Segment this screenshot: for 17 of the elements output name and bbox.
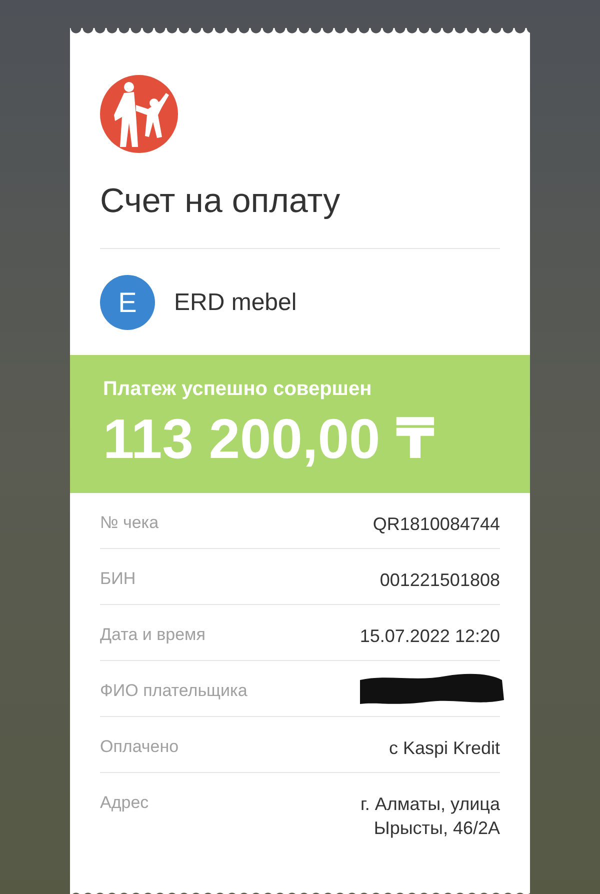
detail-label: ФИО плательщика (100, 680, 248, 702)
detail-value: г. Алматы, улица Ырысты, 46/2А (359, 793, 500, 840)
detail-label: Дата и время (100, 624, 206, 646)
invoice-title: Счет на оплату (100, 181, 342, 221)
merchant-name: ERD mebel (174, 288, 297, 316)
detail-value: QR1810084744 (372, 513, 500, 536)
success-message: Платеж успешно совершен (103, 377, 373, 401)
detail-value: 001221501808 (380, 569, 500, 592)
detail-value: с Kaspi Kredit (388, 737, 500, 760)
detail-label: БИН (100, 568, 136, 590)
merchant-avatar: E (100, 275, 155, 330)
detail-label: № чека (100, 512, 159, 534)
detail-value: 15.07.2022 12:20 (360, 625, 500, 648)
payment-amount: 113 200,00 ₸ (103, 406, 436, 472)
logo-icon (100, 75, 178, 153)
detail-label: Оплачено (100, 736, 179, 758)
detail-label: Адрес (100, 792, 149, 814)
